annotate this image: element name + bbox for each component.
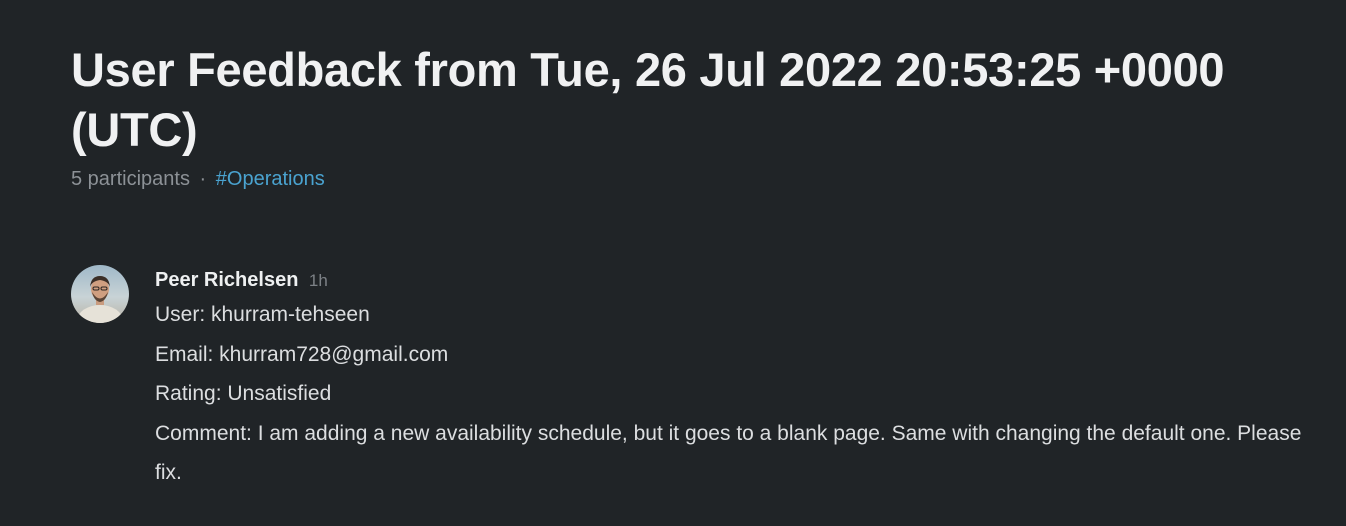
thread-meta: 5 participants · #Operations bbox=[71, 166, 1311, 192]
message-line-comment: Comment: I am adding a new availability … bbox=[155, 421, 1302, 485]
thread-header: User Feedback from Tue, 26 Jul 2022 20:5… bbox=[71, 40, 1311, 192]
message-body: Peer Richelsen 1h User: khurram-tehseen … bbox=[155, 265, 1315, 493]
thread-title: User Feedback from Tue, 26 Jul 2022 20:5… bbox=[71, 43, 1225, 156]
message-line-rating: Rating: Unsatisfied bbox=[155, 382, 332, 405]
meta-separator: · bbox=[199, 168, 207, 190]
author-name[interactable]: Peer Richelsen bbox=[155, 269, 298, 291]
participants-count[interactable]: 5 participants bbox=[71, 168, 190, 190]
avatar[interactable] bbox=[71, 265, 129, 323]
message-timestamp[interactable]: 1h bbox=[309, 271, 328, 290]
message-line-user: User: khurram-tehseen bbox=[155, 303, 370, 326]
channel-link[interactable]: #Operations bbox=[216, 168, 325, 190]
message-header: Peer Richelsen 1h bbox=[155, 265, 1315, 295]
avatar-photo bbox=[71, 265, 129, 323]
message-line-email: Email: khurram728@gmail.com bbox=[155, 342, 449, 366]
